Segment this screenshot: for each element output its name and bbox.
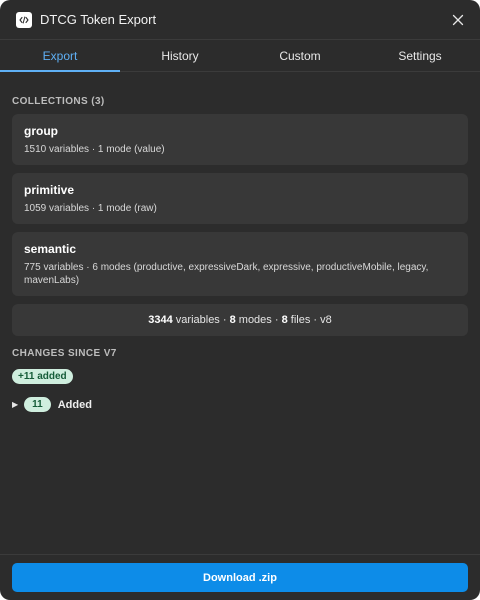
export-panel: COLLECTIONS (3) group 1510 variables · 1… <box>0 72 480 412</box>
added-badge: +11 added <box>12 369 73 384</box>
collection-name: group <box>24 124 58 138</box>
modes-label: modes · <box>235 314 282 326</box>
variables-count: 3344 <box>148 314 173 326</box>
close-button[interactable] <box>450 12 466 28</box>
tab-bar: Export History Custom Settings <box>0 40 480 72</box>
files-label: files · <box>287 314 321 326</box>
app-title: DTCG Token Export <box>40 12 157 27</box>
triangle-right-icon: ▶ <box>12 400 19 409</box>
tab-export[interactable]: Export <box>0 40 120 72</box>
collection-name: semantic <box>24 242 77 256</box>
tab-settings[interactable]: Settings <box>360 40 480 71</box>
plugin-window: DTCG Token Export Export History Custom … <box>0 0 480 600</box>
title-bar: DTCG Token Export <box>0 0 480 40</box>
version-label: v8 <box>320 314 332 326</box>
tab-custom[interactable]: Custom <box>240 40 360 71</box>
collection-detail: 775 variables · 6 modes (productive, exp… <box>24 262 429 286</box>
changes-heading: CHANGES SINCE V7 <box>12 348 117 359</box>
group-label: Added <box>57 398 92 411</box>
download-zip-button[interactable]: Download .zip <box>12 563 468 592</box>
footer: Download .zip <box>0 554 480 600</box>
close-icon <box>452 14 464 25</box>
code-icon <box>16 11 32 28</box>
tab-history[interactable]: History <box>120 40 240 71</box>
count-pill: 11 <box>24 397 51 412</box>
collections-heading: COLLECTIONS (3) <box>12 96 105 107</box>
collection-detail: 1059 variables · 1 mode (raw) <box>24 203 157 214</box>
collection-name: primitive <box>24 183 75 197</box>
changes-group-added[interactable]: ▶ 11 Added <box>12 397 468 412</box>
variables-label: variables · <box>172 314 230 326</box>
collection-card-semantic: semantic 775 variables · 6 modes (produc… <box>12 232 468 296</box>
collection-card-group: group 1510 variables · 1 mode (value) <box>12 114 468 165</box>
collection-detail: 1510 variables · 1 mode (value) <box>24 144 165 155</box>
collection-card-primitive: primitive 1059 variables · 1 mode (raw) <box>12 173 468 224</box>
export-summary: 3344 variables · 8 modes · 8 files · v8 <box>12 304 468 336</box>
